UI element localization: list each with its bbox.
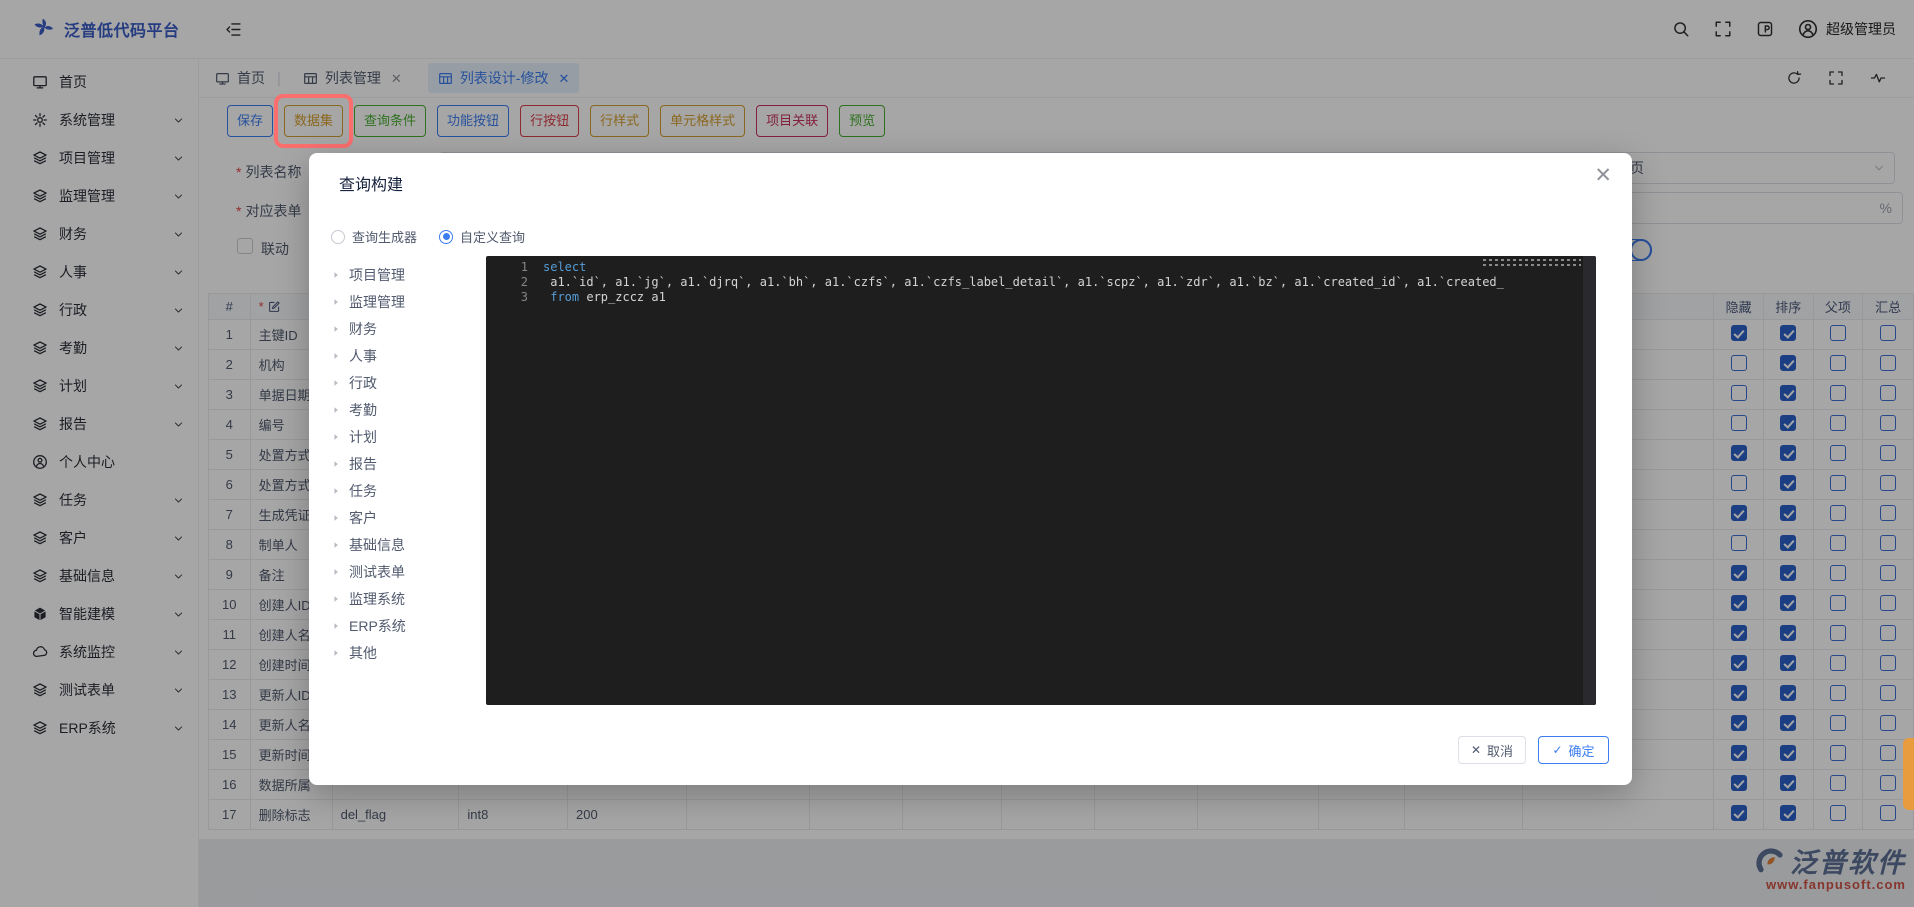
caret-right-icon xyxy=(331,270,341,280)
cancel-button[interactable]: ✕ 取消 xyxy=(1458,736,1526,764)
caret-right-icon xyxy=(331,648,341,658)
caret-right-icon xyxy=(331,540,341,550)
code-line: 1 select xyxy=(486,260,1596,275)
tree-node[interactable]: 客户 xyxy=(331,504,483,531)
tree-node-label: 监理管理 xyxy=(349,292,405,312)
caret-right-icon xyxy=(331,567,341,577)
tree-node-label: 计划 xyxy=(349,427,377,447)
close-icon[interactable]: ✕ xyxy=(1594,165,1612,186)
check-icon: ✓ xyxy=(1552,743,1562,757)
line-number: 2 xyxy=(486,275,543,290)
tree-node[interactable]: 考勤 xyxy=(331,396,483,423)
line-number: 3 xyxy=(486,290,543,305)
radio-query-generator[interactable]: 查询生成器 xyxy=(331,227,417,246)
tree-node[interactable]: 人事 xyxy=(331,342,483,369)
tree-node-label: 基础信息 xyxy=(349,535,405,555)
close-icon: ✕ xyxy=(1471,743,1481,757)
caret-right-icon xyxy=(331,432,341,442)
tree-node[interactable]: 任务 xyxy=(331,477,483,504)
caret-right-icon xyxy=(331,351,341,361)
module-tree: 项目管理 监理管理 财务 人事 行政 考勤 计划 报告 任务 xyxy=(331,261,483,666)
caret-right-icon xyxy=(331,486,341,496)
caret-right-icon xyxy=(331,405,341,415)
tree-node-label: 财务 xyxy=(349,319,377,339)
sql-code: 1 select 2 a1.`id`, a1.`jg`, a1.`djrq`, … xyxy=(486,256,1596,305)
tree-node-label: 任务 xyxy=(349,481,377,501)
editor-minimap xyxy=(1483,259,1581,275)
side-panel-handle[interactable] xyxy=(1903,738,1914,810)
caret-right-icon xyxy=(331,513,341,523)
tree-node-label: 考勤 xyxy=(349,400,377,420)
caret-right-icon xyxy=(331,594,341,604)
query-builder-dialog: 查询构建 ✕ 查询生成器 自定义查询 项目管理 监理管理 财务 人事 行政 xyxy=(309,153,1632,785)
tree-node-label: 行政 xyxy=(349,373,377,393)
query-mode-radios: 查询生成器 自定义查询 xyxy=(331,227,525,246)
tree-node[interactable]: 监理系统 xyxy=(331,585,483,612)
caret-right-icon xyxy=(331,378,341,388)
tree-node-label: 项目管理 xyxy=(349,265,405,285)
tree-node-label: 客户 xyxy=(349,508,377,528)
radio-dot xyxy=(331,230,345,244)
dialog-title: 查询构建 xyxy=(339,171,403,195)
caret-right-icon xyxy=(331,621,341,631)
tree-node[interactable]: 报告 xyxy=(331,450,483,477)
editor-scrollbar[interactable] xyxy=(1583,256,1596,705)
radio-dot xyxy=(439,230,453,244)
tree-node[interactable]: 计划 xyxy=(331,423,483,450)
tree-node-label: ERP系统 xyxy=(349,616,406,636)
tree-node[interactable]: 项目管理 xyxy=(331,261,483,288)
tree-node-label: 人事 xyxy=(349,346,377,366)
tree-node[interactable]: 财务 xyxy=(331,315,483,342)
caret-right-icon xyxy=(331,459,341,469)
tree-node[interactable]: 测试表单 xyxy=(331,558,483,585)
tree-node-label: 监理系统 xyxy=(349,589,405,609)
tree-node[interactable]: ERP系统 xyxy=(331,612,483,639)
sql-editor[interactable]: 1 select 2 a1.`id`, a1.`jg`, a1.`djrq`, … xyxy=(486,256,1596,705)
tree-node-label: 报告 xyxy=(349,454,377,474)
tree-node[interactable]: 其他 xyxy=(331,639,483,666)
tree-node-label: 其他 xyxy=(349,643,377,663)
code-line: 2 a1.`id`, a1.`jg`, a1.`djrq`, a1.`bh`, … xyxy=(486,275,1596,290)
tree-node[interactable]: 基础信息 xyxy=(331,531,483,558)
radio-custom-query[interactable]: 自定义查询 xyxy=(439,227,525,246)
confirm-button[interactable]: ✓ 确定 xyxy=(1538,736,1609,764)
line-number: 1 xyxy=(486,260,543,275)
tree-node[interactable]: 行政 xyxy=(331,369,483,396)
caret-right-icon xyxy=(331,324,341,334)
tree-node[interactable]: 监理管理 xyxy=(331,288,483,315)
code-line: 3 from erp_zccz a1 xyxy=(486,290,1596,305)
tree-node-label: 测试表单 xyxy=(349,562,405,582)
caret-right-icon xyxy=(331,297,341,307)
